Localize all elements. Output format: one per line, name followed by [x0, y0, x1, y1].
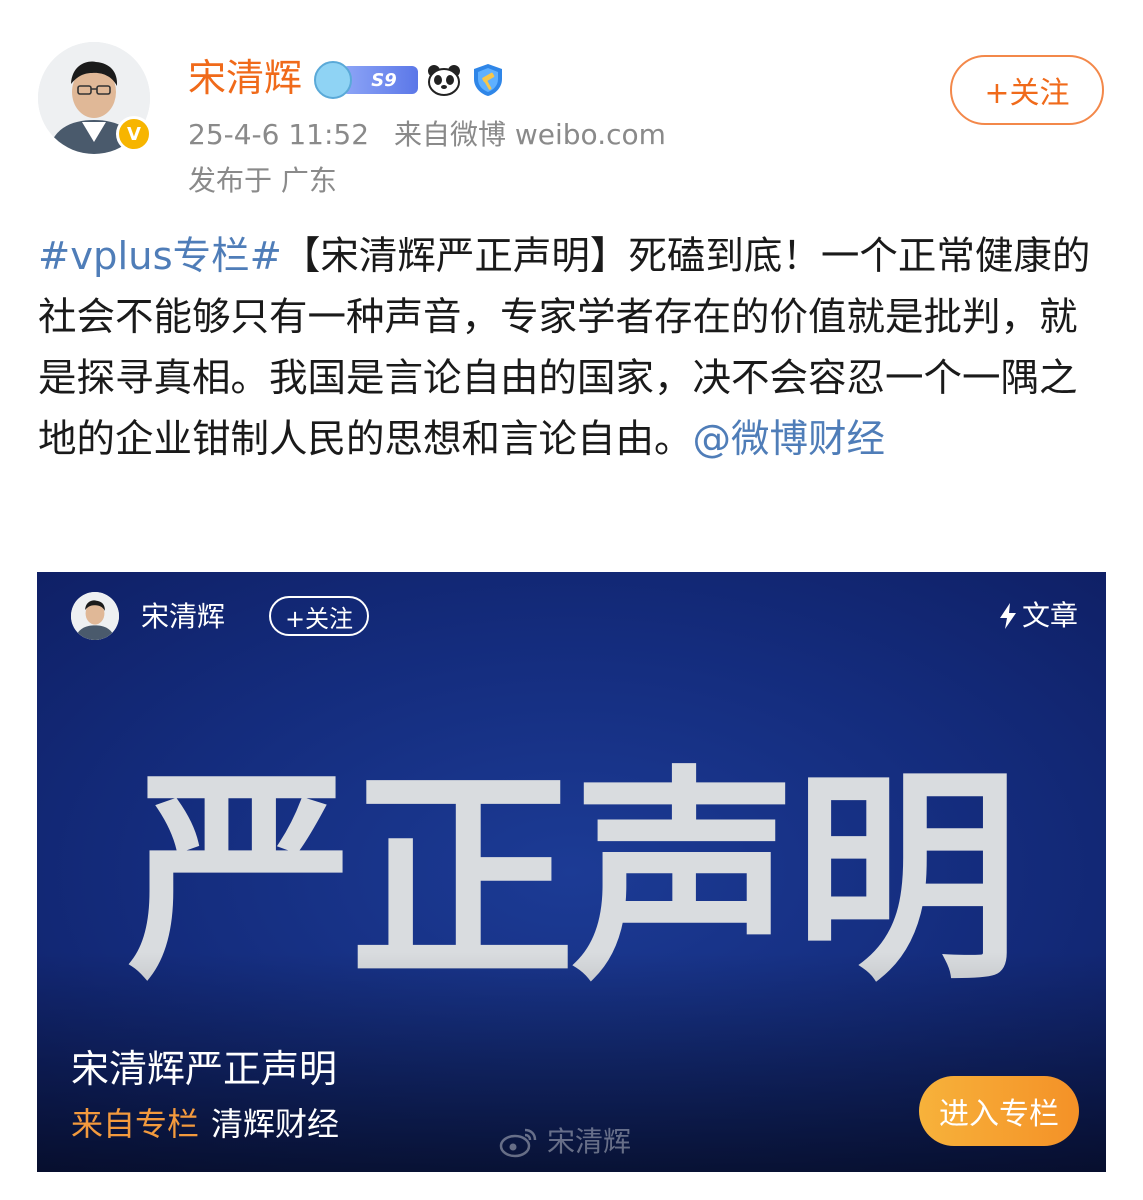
lightning-icon	[999, 603, 1016, 629]
level-label: S9	[342, 66, 418, 94]
hashtag-link[interactable]: #vplus专栏#	[38, 234, 282, 279]
card-author-avatar[interactable]	[71, 592, 119, 640]
article-card[interactable]: 宋清辉 +关注 文章 严正声明 宋清辉严正声明 来自专栏 清辉财经 进入专栏 宋清…	[37, 572, 1106, 1172]
enter-column-button[interactable]: 进入专栏	[919, 1076, 1079, 1146]
card-follow-button[interactable]: +关注	[269, 596, 369, 636]
post-timestamp: 25-4-6 11:52	[188, 118, 370, 151]
weibo-logo-icon	[499, 1128, 537, 1158]
post-location: 发布于 广东	[188, 164, 337, 197]
shield-icon[interactable]	[470, 62, 506, 98]
brain-icon	[314, 61, 352, 99]
author-avatar[interactable]: V	[38, 42, 152, 154]
article-type-label: 文章	[1021, 599, 1078, 632]
card-avatar-portrait	[71, 592, 119, 640]
card-author-name[interactable]: 宋清辉	[141, 596, 225, 638]
article-type: 文章	[998, 594, 1078, 638]
level-badge[interactable]: S9	[314, 61, 418, 99]
post-source[interactable]: 来自微博 weibo.com	[394, 118, 666, 151]
user-badges: S9	[314, 56, 506, 104]
watermark: 宋清辉	[499, 1122, 631, 1162]
card-source-name[interactable]: 清辉财经	[211, 1105, 339, 1143]
card-source-label: 来自专栏	[71, 1105, 200, 1143]
author-name[interactable]: 宋清辉	[188, 50, 302, 106]
verified-badge-icon: V	[116, 116, 152, 152]
post-text: #vplus专栏#【宋清辉严正声明】死磕到底！一个正常健康的社会不能够只有一种声…	[38, 226, 1106, 470]
post-meta: 25-4-6 11:52 来自微博 weibo.com	[188, 114, 666, 156]
panda-icon[interactable]	[426, 62, 462, 98]
card-source: 来自专栏 清辉财经	[71, 1100, 339, 1148]
mention-link[interactable]: @微博财经	[693, 417, 886, 462]
card-title: 宋清辉严正声明	[71, 1047, 338, 1091]
watermark-text: 宋清辉	[547, 1125, 632, 1158]
follow-button[interactable]: +关注	[950, 55, 1104, 125]
